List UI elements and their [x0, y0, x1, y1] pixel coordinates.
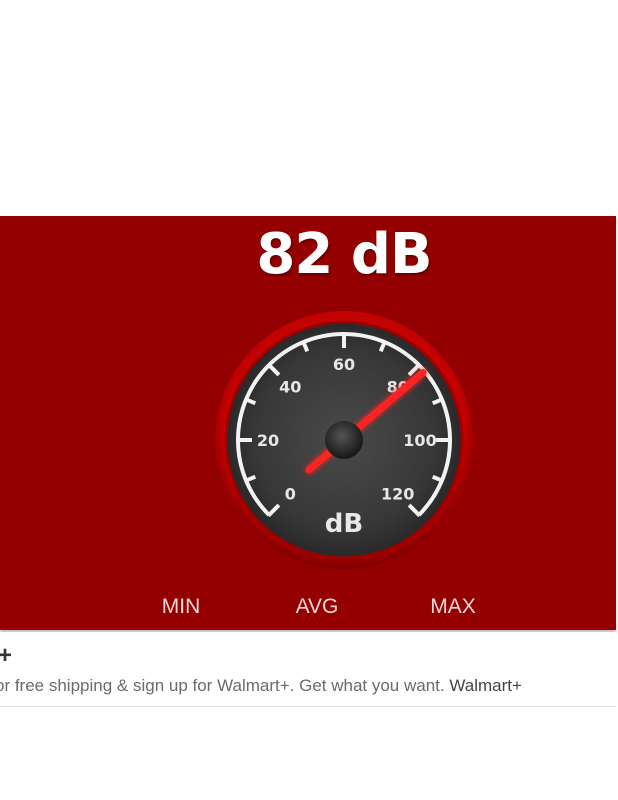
gauge-hub [325, 421, 363, 459]
scale-label: 120 [381, 485, 414, 504]
scale-label: 40 [279, 377, 301, 396]
ad-text[interactable]: or free shipping & sign up for Walmart+.… [0, 676, 522, 696]
max-label: MAX [430, 595, 476, 618]
plus-icon: + [0, 642, 13, 669]
scale-label: 0 [285, 485, 296, 504]
ad-brand: Walmart+ [449, 676, 522, 695]
avg-label: AVG [295, 595, 339, 618]
scale-label: 20 [257, 431, 279, 450]
min-label: MIN [161, 595, 201, 618]
db-gauge: 020406080100120 dB [215, 311, 473, 569]
db-reading: 82 dB [256, 222, 432, 287]
ad-body: or free shipping & sign up for Walmart+.… [0, 676, 450, 695]
ad-banner[interactable]: + or free shipping & sign up for Walmart… [0, 632, 616, 707]
scale-label: 60 [333, 355, 355, 374]
scale-label: 100 [403, 431, 436, 450]
gauge-unit-label: dB [325, 509, 363, 539]
